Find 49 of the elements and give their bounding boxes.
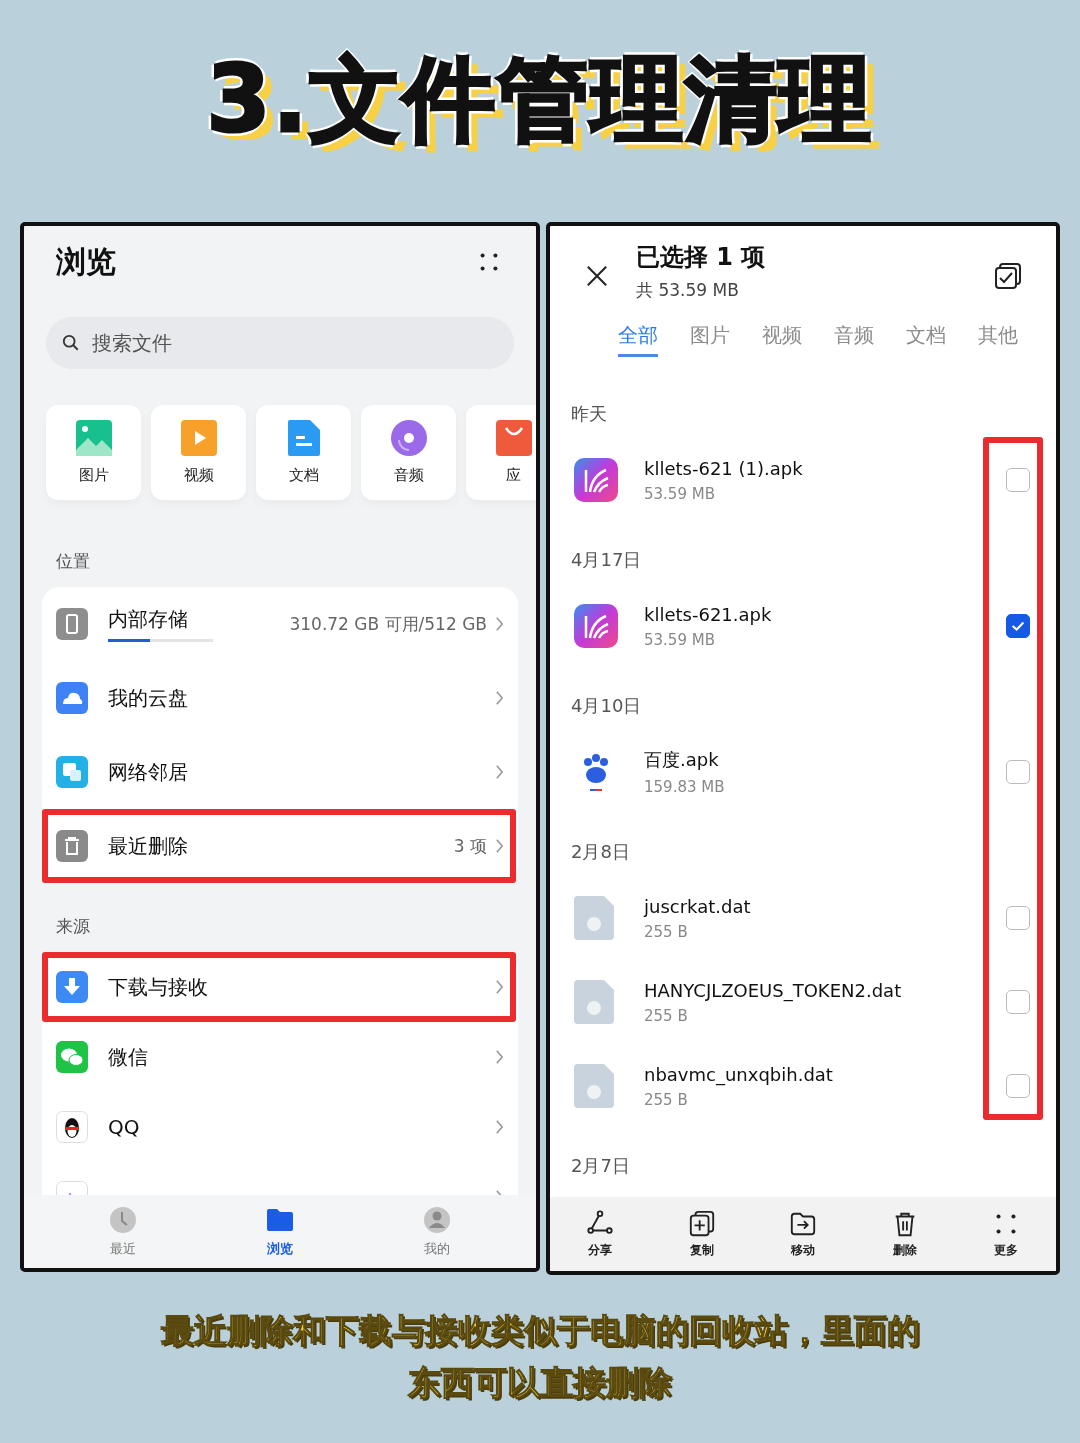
toolbar-button[interactable]: 移动: [775, 1209, 831, 1259]
filter-tab[interactable]: 全部: [618, 316, 658, 357]
toolbar-button[interactable]: 分享: [572, 1209, 628, 1259]
file-size: 159.83 MB: [644, 778, 726, 796]
date-header: 2月7日: [571, 1155, 630, 1176]
date-header: 昨天: [571, 403, 607, 424]
nav-tab[interactable]: 浏览: [240, 1205, 320, 1258]
caption: 最近删除和下载与接收类似于电脑的回收站，里面的东西可以直接删除: [159, 1310, 921, 1404]
file-name: HANYCJLZOEUS_TOKEN2.dat: [644, 979, 903, 1001]
row-label[interactable]: 网络邻居: [108, 758, 487, 786]
search-field[interactable]: 搜索文件: [46, 317, 514, 369]
file-name: nbavmc_unxqbih.dat: [644, 1063, 834, 1085]
row-label[interactable]: 内部存储: [108, 606, 270, 633]
row-label[interactable]: 下载与接收: [108, 973, 487, 1001]
screen-title: 浏览: [56, 242, 116, 281]
filter-tab[interactable]: 视频: [762, 316, 802, 357]
date-header: 4月10日: [571, 695, 642, 716]
file-name: kllets-621.apk: [644, 603, 773, 625]
section-title: 来源: [55, 915, 91, 938]
file-name: juscrkat.dat: [644, 895, 752, 917]
date-header: 2月8日: [571, 841, 630, 862]
toolbar-button[interactable]: 复制: [673, 1209, 730, 1259]
row-label[interactable]: 我的云盘: [108, 684, 487, 712]
toolbar-button[interactable]: 更多: [978, 1209, 1034, 1259]
file-size: 53.59 MB: [644, 484, 716, 503]
category-tile[interactable]: 音频: [361, 405, 456, 500]
selection-title: 已选择 1 项: [636, 241, 767, 273]
selection-size: 共 53.59 MB: [636, 278, 740, 302]
category-tile[interactable]: 图片: [46, 405, 141, 500]
file-size: 255 B: [644, 1090, 689, 1109]
row-detail: 310.72 GB 可用/512 GB: [289, 612, 487, 636]
section-title: 位置: [55, 550, 91, 573]
row-label[interactable]: 微信: [108, 1043, 487, 1071]
row-label[interactable]: 最近删除: [108, 832, 434, 860]
toolbar-button[interactable]: 删除: [876, 1209, 933, 1259]
file-name: kllets-621 (1).apk: [644, 457, 804, 479]
filter-tab[interactable]: 音频: [834, 316, 874, 357]
row-detail: 3 项: [453, 834, 487, 858]
category-tile[interactable]: 文档: [256, 405, 351, 500]
category-tile[interactable]: 应: [466, 405, 536, 500]
file-size: 255 B: [644, 1006, 689, 1025]
nav-tab[interactable]: 最近: [82, 1205, 163, 1258]
file-name: 百度.apk: [644, 748, 720, 772]
file-size: 53.59 MB: [644, 630, 716, 649]
nav-tab[interactable]: 我的: [397, 1205, 478, 1258]
date-header: 4月17日: [571, 549, 642, 570]
file-size: 255 B: [644, 922, 689, 941]
category-tile[interactable]: 视频: [151, 405, 246, 500]
row-label[interactable]: QQ: [108, 1115, 487, 1139]
